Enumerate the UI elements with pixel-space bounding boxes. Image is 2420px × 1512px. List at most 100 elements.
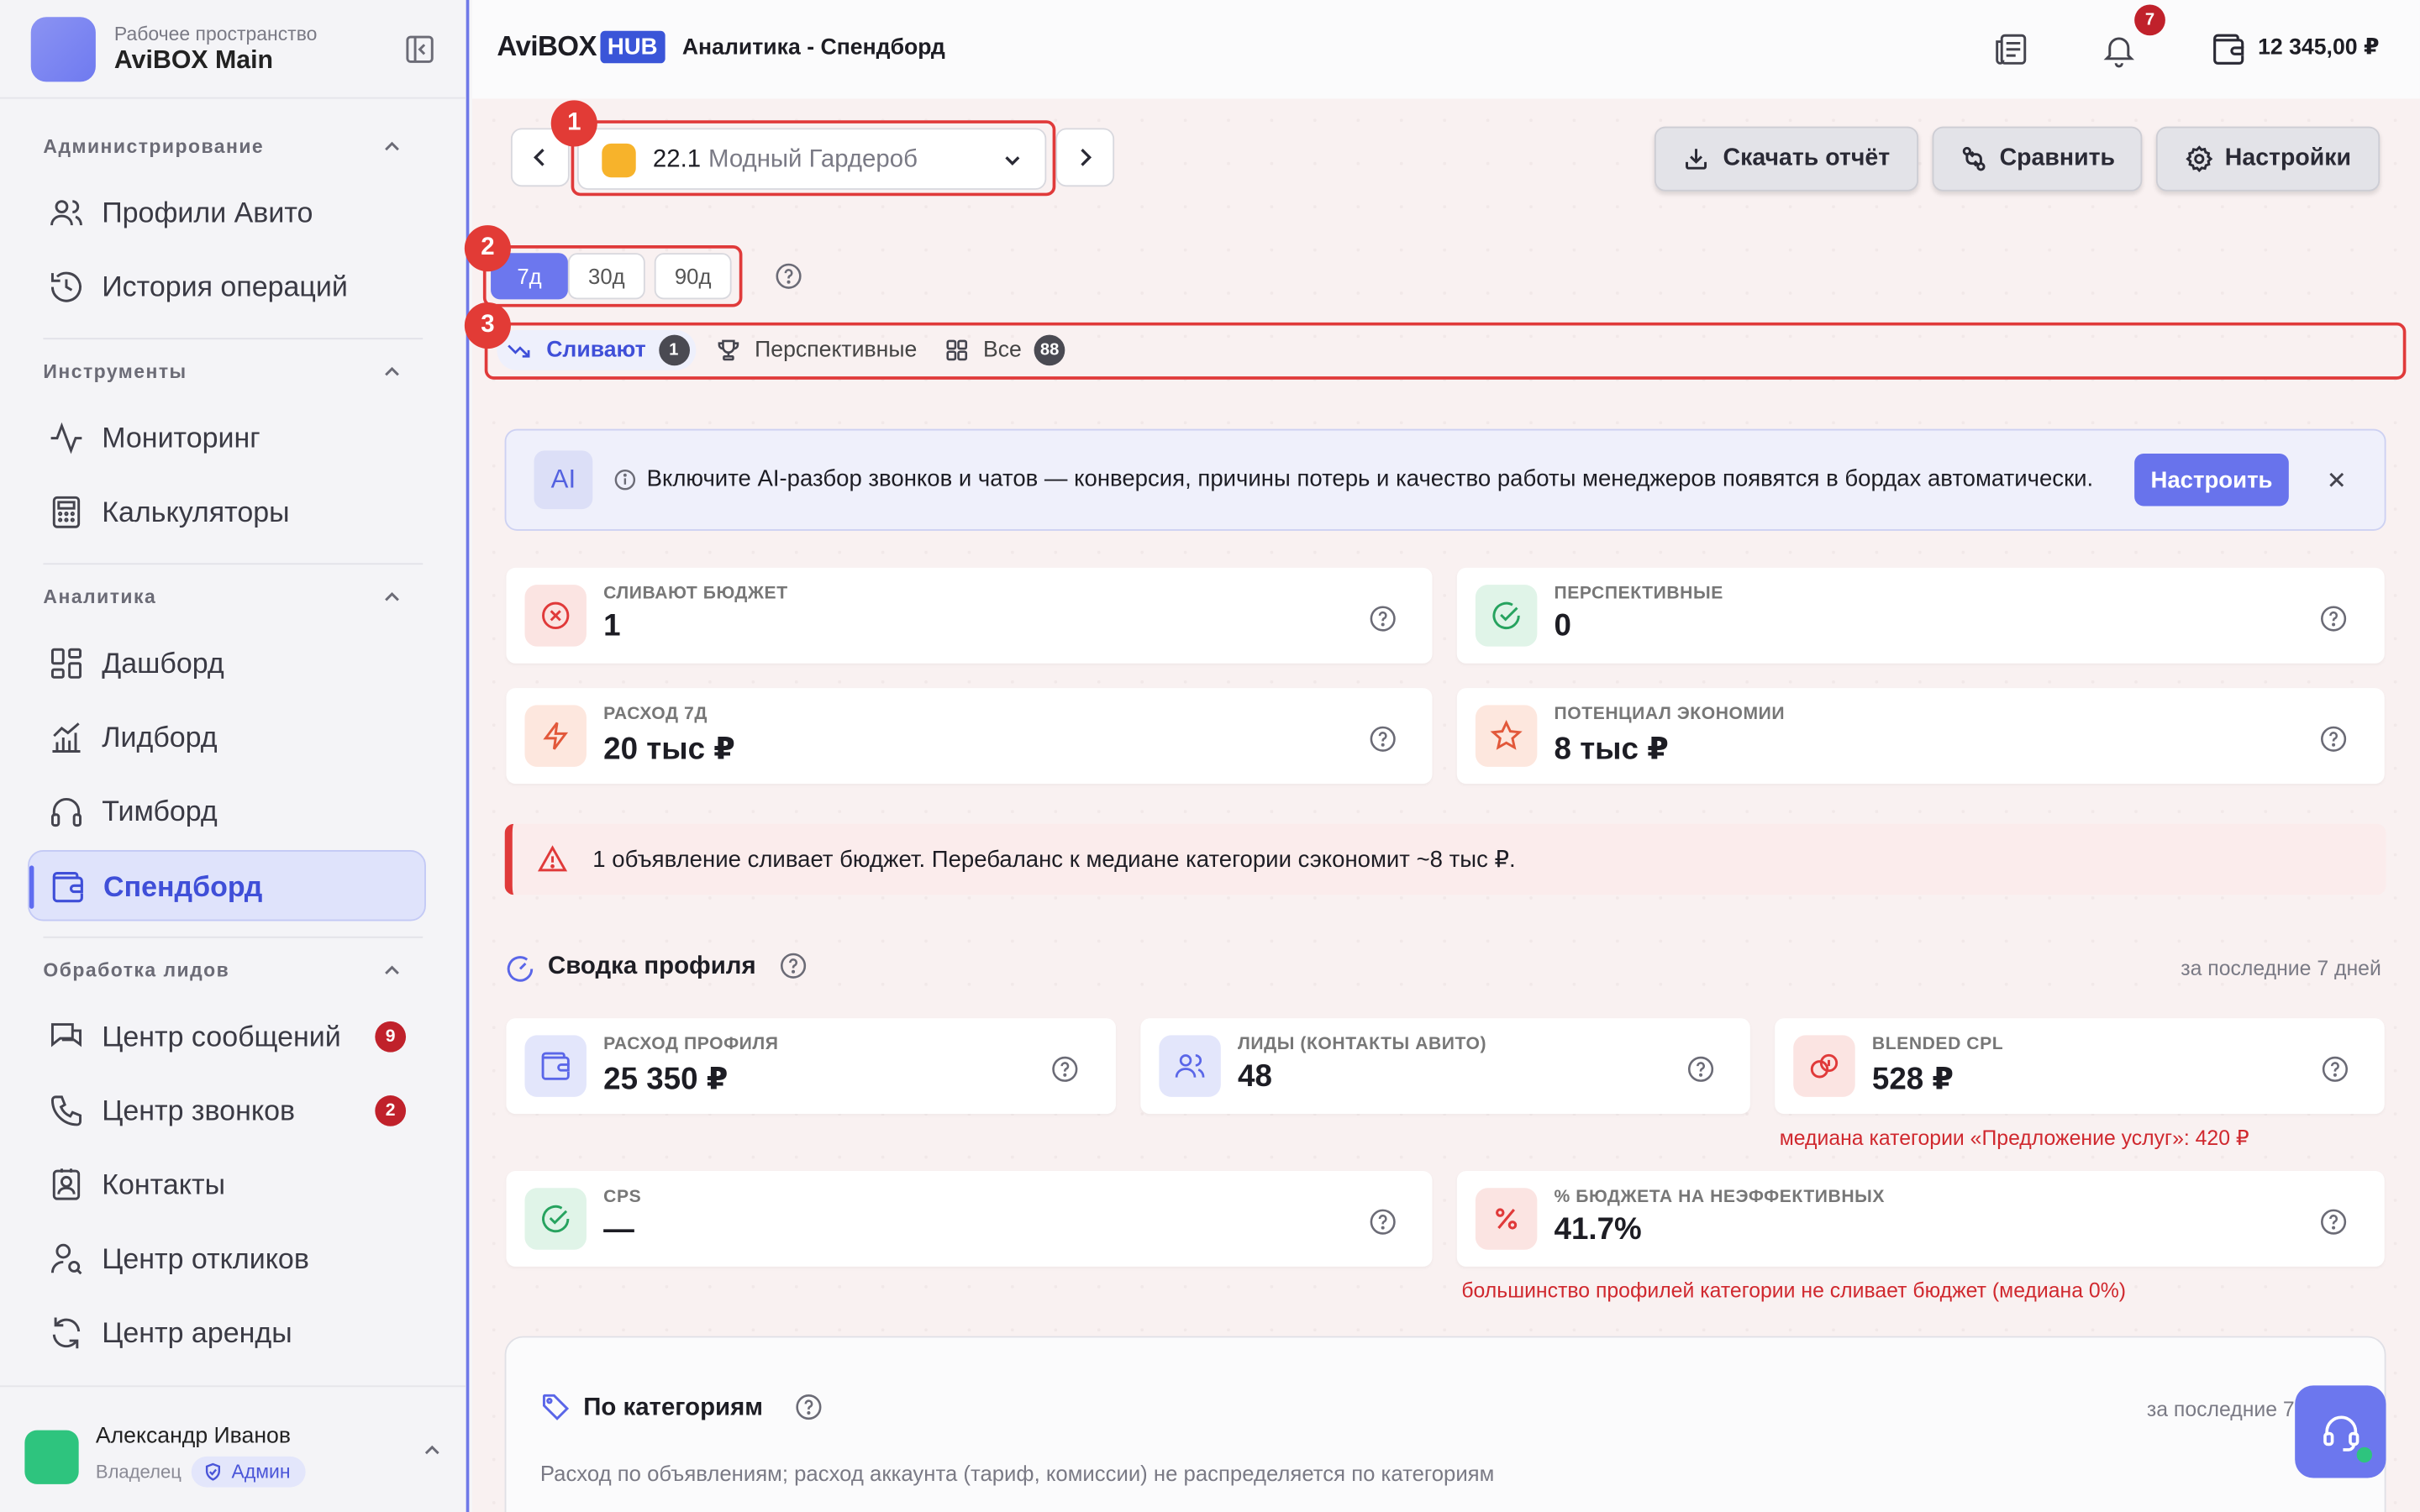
chevron-up-icon[interactable] <box>381 136 403 158</box>
wallet-icon <box>50 869 87 906</box>
sidebar-item-rent[interactable]: Центр аренды <box>28 1298 426 1368</box>
sidebar-item-teamboard[interactable]: Тимборд <box>28 776 426 847</box>
balance-amount[interactable]: 12 345,00 ₽ <box>2258 35 2379 60</box>
users-icon <box>1159 1035 1221 1097</box>
summary-card-inefficient: % БЮДЖЕТА НА НЕЭФФЕКТИВНЫХ 41.7% <box>1456 1171 2385 1267</box>
summary-label: ЛИДЫ (КОНТАКТЫ АВИТО) <box>1238 1035 1487 1054</box>
wallet-icon[interactable] <box>2210 31 2247 68</box>
gauge-icon <box>505 953 536 992</box>
kpi-value: 20 тыс ₽ <box>603 732 735 767</box>
star-icon <box>1475 705 1538 767</box>
summary-label: BLENDED CPL <box>1871 1035 2004 1054</box>
help-icon[interactable] <box>1369 605 1397 633</box>
help-icon[interactable] <box>1369 725 1397 753</box>
calculator-icon <box>48 494 85 531</box>
brand-logo[interactable]: AviBOX HUB <box>497 30 666 64</box>
help-icon[interactable] <box>2321 1055 2349 1083</box>
next-profile-button[interactable] <box>1055 128 1115 187</box>
news-icon[interactable] <box>1992 31 2029 68</box>
info-icon <box>614 469 636 498</box>
workspace-logo <box>30 17 96 82</box>
chevron-up-icon[interactable] <box>381 959 403 981</box>
sidebar-item-spendboard[interactable]: Спендборд <box>28 850 426 921</box>
unread-badge: 9 <box>375 1021 407 1053</box>
help-icon[interactable] <box>780 952 808 979</box>
inefficient-note: большинство профилей категории не сливае… <box>1461 1278 2127 1303</box>
sidebar-item-messages[interactable]: Центр сообщений 9 <box>28 1001 426 1072</box>
sidebar-item-avito-profiles[interactable]: Профили Авито <box>28 177 426 248</box>
sidebar-item-calls[interactable]: Центр звонков 2 <box>28 1075 426 1146</box>
help-icon[interactable] <box>775 262 802 290</box>
check-circle-icon <box>1475 585 1538 647</box>
bell-icon[interactable] <box>2101 31 2138 68</box>
summary-card-cpl: BLENDED CPL 528 ₽ <box>1775 1018 2385 1115</box>
tag-icon <box>540 1392 571 1431</box>
user-name: Александр Иванов <box>95 1424 292 1449</box>
help-icon[interactable] <box>1687 1055 1715 1083</box>
kpi-label: СЛИВАЮТ БЮДЖЕТ <box>603 585 788 604</box>
categories-subtitle: Расход по объявлениям; расход аккаунта (… <box>539 1461 1495 1486</box>
help-icon[interactable] <box>2320 725 2348 753</box>
highlight-box <box>482 245 743 307</box>
history-icon <box>48 269 85 306</box>
settings-button[interactable]: Настройки <box>2155 126 2381 192</box>
background-pattern <box>472 98 2420 1512</box>
download-report-button[interactable]: Скачать отчёт <box>1654 126 1919 192</box>
sidebar-item-monitoring[interactable]: Мониторинг <box>28 402 426 473</box>
wallet-icon <box>524 1035 587 1097</box>
sidebar-item-leadboard[interactable]: Лидборд <box>28 702 426 773</box>
close-icon[interactable] <box>2324 468 2349 492</box>
chevron-left-icon <box>533 148 544 166</box>
kpi-value: 0 <box>1554 609 1571 643</box>
sidebar-item-calculators[interactable]: Калькуляторы <box>28 477 426 548</box>
configure-button[interactable]: Настроить <box>2134 453 2289 507</box>
user-search-icon <box>48 1241 85 1278</box>
highlight-marker: 3 <box>464 302 511 349</box>
chevron-up-icon[interactable] <box>381 586 403 608</box>
summary-label: % БЮДЖЕТА НА НЕЭФФЕКТИВНЫХ <box>1554 1188 1886 1207</box>
user-role: Владелец <box>95 1461 182 1483</box>
check-circle-icon <box>524 1188 587 1250</box>
shield-icon <box>205 1462 221 1481</box>
summary-value: 41.7% <box>1554 1212 1642 1247</box>
sidebar-item-label: Центр звонков <box>102 1094 296 1126</box>
sidebar-collapse-icon[interactable] <box>404 34 435 65</box>
sidebar-item-contacts[interactable]: Контакты <box>28 1149 426 1220</box>
section-divider <box>43 563 424 565</box>
unread-badge: 2 <box>375 1095 407 1126</box>
kpi-value: 8 тыс ₽ <box>1554 732 1669 767</box>
refresh-icon <box>48 1315 85 1352</box>
workspace-name: AviBOX Main <box>113 46 274 75</box>
user-menu[interactable]: Александр Иванов Владелец Админ <box>0 1385 466 1512</box>
sidebar-item-responses[interactable]: Центр откликов <box>28 1224 426 1294</box>
compare-icon <box>1961 146 1985 171</box>
chevron-up-icon[interactable] <box>381 361 403 383</box>
sidebar-item-label: Контакты <box>102 1168 226 1200</box>
help-icon[interactable] <box>1369 1208 1397 1236</box>
help-icon[interactable] <box>795 1394 823 1421</box>
categories-title: По категориям <box>583 1394 764 1421</box>
compare-button[interactable]: Сравнить <box>1932 126 2143 192</box>
help-icon[interactable] <box>1051 1055 1079 1083</box>
kpi-label: ПОТЕНЦИАЛ ЭКОНОМИИ <box>1554 705 1786 724</box>
summary-period: за последние 7 дней <box>2181 956 2381 980</box>
download-icon <box>1686 149 1707 170</box>
sidebar: Рабочее пространство AviBOX Main Админис… <box>0 0 470 1512</box>
chevron-up-icon[interactable] <box>421 1440 443 1462</box>
kpi-label: ПЕРСПЕКТИВНЫЕ <box>1554 585 1723 604</box>
chevron-right-icon <box>1081 148 1092 166</box>
sidebar-item-label: Лидборд <box>102 720 218 753</box>
help-icon[interactable] <box>2320 1208 2348 1236</box>
chart-icon <box>48 719 85 756</box>
messages-icon <box>48 1018 85 1055</box>
sidebar-item-history[interactable]: История операций <box>28 251 426 322</box>
kpi-card-draining: СЛИВАЮТ БЮДЖЕТ 1 <box>506 567 1433 664</box>
brand-hub: HUB <box>599 30 666 64</box>
support-button[interactable] <box>2295 1385 2386 1478</box>
sidebar-item-label: Мониторинг <box>102 421 260 454</box>
help-icon[interactable] <box>2320 605 2348 633</box>
workspace-switcher[interactable]: Рабочее пространство AviBOX Main <box>30 15 317 83</box>
highlight-marker: 1 <box>550 100 597 147</box>
download-report-label: Скачать отчёт <box>1723 144 1891 171</box>
sidebar-item-dashboard[interactable]: Дашборд <box>28 628 426 699</box>
